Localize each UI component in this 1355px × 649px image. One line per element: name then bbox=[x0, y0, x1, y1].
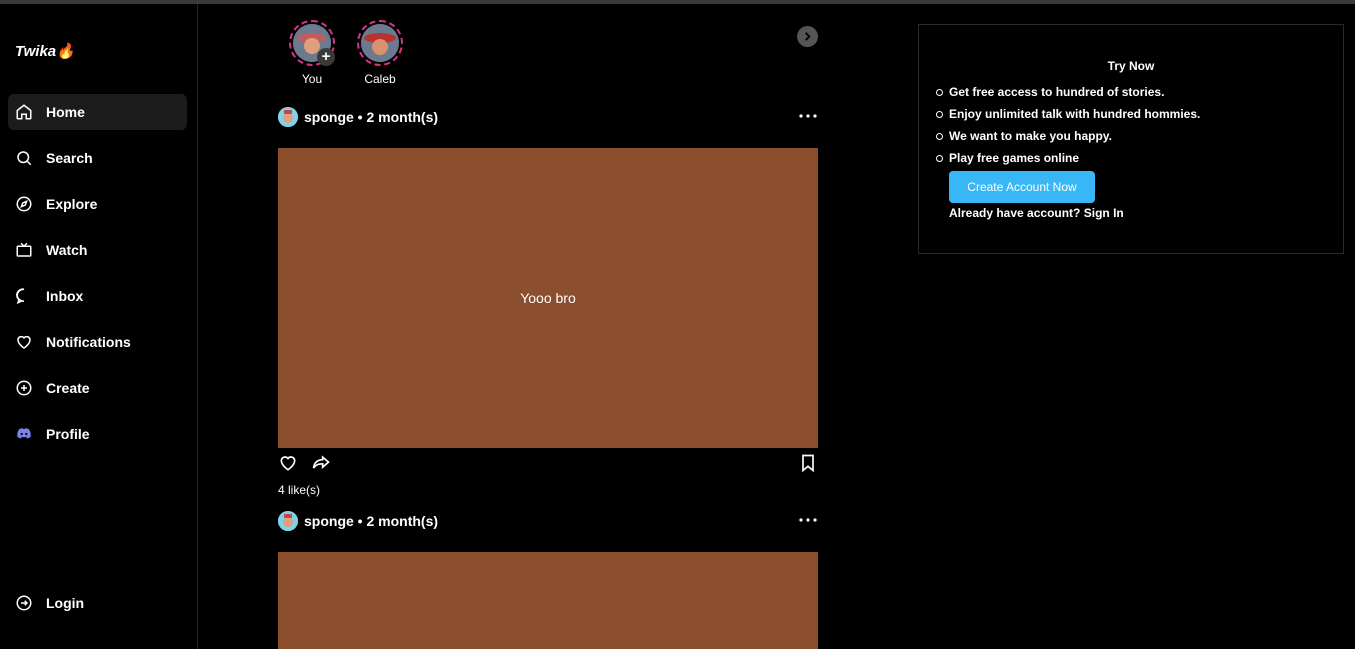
chevron-right-icon bbox=[805, 32, 811, 41]
sidebar-item-label: Create bbox=[46, 380, 90, 396]
feature-list: Get free access to hundred of stories. E… bbox=[936, 81, 1200, 169]
login-label: Login bbox=[46, 595, 85, 611]
create-account-button[interactable]: Create Account Now bbox=[949, 171, 1095, 203]
sidebar-item-home[interactable]: Home bbox=[8, 94, 187, 130]
story-label: You bbox=[301, 72, 323, 86]
sidebar-item-label: Inbox bbox=[46, 288, 84, 304]
share-icon[interactable] bbox=[311, 453, 331, 473]
sidebar-item-label: Home bbox=[46, 104, 85, 120]
tv-icon bbox=[15, 241, 33, 259]
avatar[interactable] bbox=[278, 511, 298, 531]
story-ring bbox=[357, 20, 403, 66]
feature-text: Get free access to hundred of stories. bbox=[949, 85, 1165, 99]
login-button[interactable]: Login bbox=[15, 594, 84, 612]
avatar bbox=[361, 24, 399, 62]
list-item: Get free access to hundred of stories. bbox=[936, 81, 1200, 103]
more-options-icon[interactable] bbox=[798, 513, 818, 527]
app-logo[interactable]: Twika🔥 bbox=[15, 42, 75, 60]
signin-prompt: Already have account? Sign In bbox=[949, 206, 1124, 220]
feature-text: We want to make you happy. bbox=[949, 129, 1112, 143]
signin-link[interactable]: Sign In bbox=[1084, 206, 1124, 220]
list-item: Enjoy unlimited talk with hundred hommie… bbox=[936, 103, 1200, 125]
home-icon bbox=[15, 103, 33, 121]
bullet-icon bbox=[936, 154, 943, 162]
post-header: sponge • 2 month(s) bbox=[278, 105, 818, 129]
more-options-icon[interactable] bbox=[798, 109, 818, 123]
heart-icon bbox=[15, 333, 33, 351]
stories-bar: + You Caleb bbox=[278, 20, 818, 90]
sidebar-item-label: Watch bbox=[46, 242, 88, 258]
sidebar-item-label: Explore bbox=[46, 196, 98, 212]
sidebar: Twika🔥 Home Search Explore Watch Inbox N… bbox=[0, 4, 198, 649]
post-card: sponge • 2 month(s) Yooo bro 4 like(s) bbox=[278, 105, 818, 505]
post-header: sponge • 2 month(s) bbox=[278, 509, 818, 533]
discord-icon bbox=[15, 425, 33, 443]
bullet-icon bbox=[936, 88, 943, 96]
chat-bubble-icon bbox=[15, 287, 33, 305]
bookmark-icon[interactable] bbox=[798, 453, 818, 473]
signup-promo-panel: Try Now Get free access to hundred of st… bbox=[918, 24, 1344, 254]
sidebar-nav: Home Search Explore Watch Inbox Notifica… bbox=[8, 94, 187, 462]
login-icon bbox=[15, 594, 33, 612]
sidebar-item-inbox[interactable]: Inbox bbox=[8, 278, 187, 314]
add-story-icon[interactable]: + bbox=[317, 48, 335, 66]
sidebar-item-search[interactable]: Search bbox=[8, 140, 187, 176]
panel-title: Try Now bbox=[1107, 59, 1155, 73]
like-icon[interactable] bbox=[278, 453, 298, 473]
like-count[interactable]: 4 like(s) bbox=[278, 483, 320, 497]
sidebar-item-profile[interactable]: Profile bbox=[8, 416, 187, 452]
sidebar-item-label: Profile bbox=[46, 426, 90, 442]
avatar[interactable] bbox=[278, 107, 298, 127]
sidebar-item-create[interactable]: Create bbox=[8, 370, 187, 406]
search-icon bbox=[15, 149, 33, 167]
post-media[interactable] bbox=[278, 552, 818, 649]
feature-text: Enjoy unlimited talk with hundred hommie… bbox=[949, 107, 1201, 121]
post-content-text: Yooo bro bbox=[520, 290, 576, 306]
sidebar-item-label: Notifications bbox=[46, 334, 131, 350]
post-card: sponge • 2 month(s) bbox=[278, 509, 818, 649]
bullet-icon bbox=[936, 132, 943, 140]
bullet-icon bbox=[936, 110, 943, 118]
sidebar-item-explore[interactable]: Explore bbox=[8, 186, 187, 222]
post-media[interactable]: Yooo bro bbox=[278, 148, 818, 448]
story-ring: + bbox=[289, 20, 335, 66]
story-you[interactable]: + You bbox=[287, 20, 337, 86]
stories-next-button[interactable] bbox=[797, 26, 818, 47]
window-top-bar bbox=[0, 0, 1355, 4]
list-item: We want to make you happy. bbox=[936, 125, 1200, 147]
post-meta[interactable]: sponge • 2 month(s) bbox=[304, 109, 438, 125]
story-label: Caleb bbox=[364, 72, 396, 86]
story-caleb[interactable]: Caleb bbox=[355, 20, 405, 86]
sidebar-item-notifications[interactable]: Notifications bbox=[8, 324, 187, 360]
sidebar-item-watch[interactable]: Watch bbox=[8, 232, 187, 268]
sidebar-item-label: Search bbox=[46, 150, 93, 166]
plus-circle-icon bbox=[15, 379, 33, 397]
list-item: Play free games online bbox=[936, 147, 1200, 169]
post-actions bbox=[278, 453, 818, 473]
feature-text: Play free games online bbox=[949, 151, 1080, 165]
compass-icon bbox=[15, 195, 33, 213]
signin-prefix: Already have account? bbox=[949, 206, 1081, 220]
post-meta[interactable]: sponge • 2 month(s) bbox=[304, 513, 438, 529]
